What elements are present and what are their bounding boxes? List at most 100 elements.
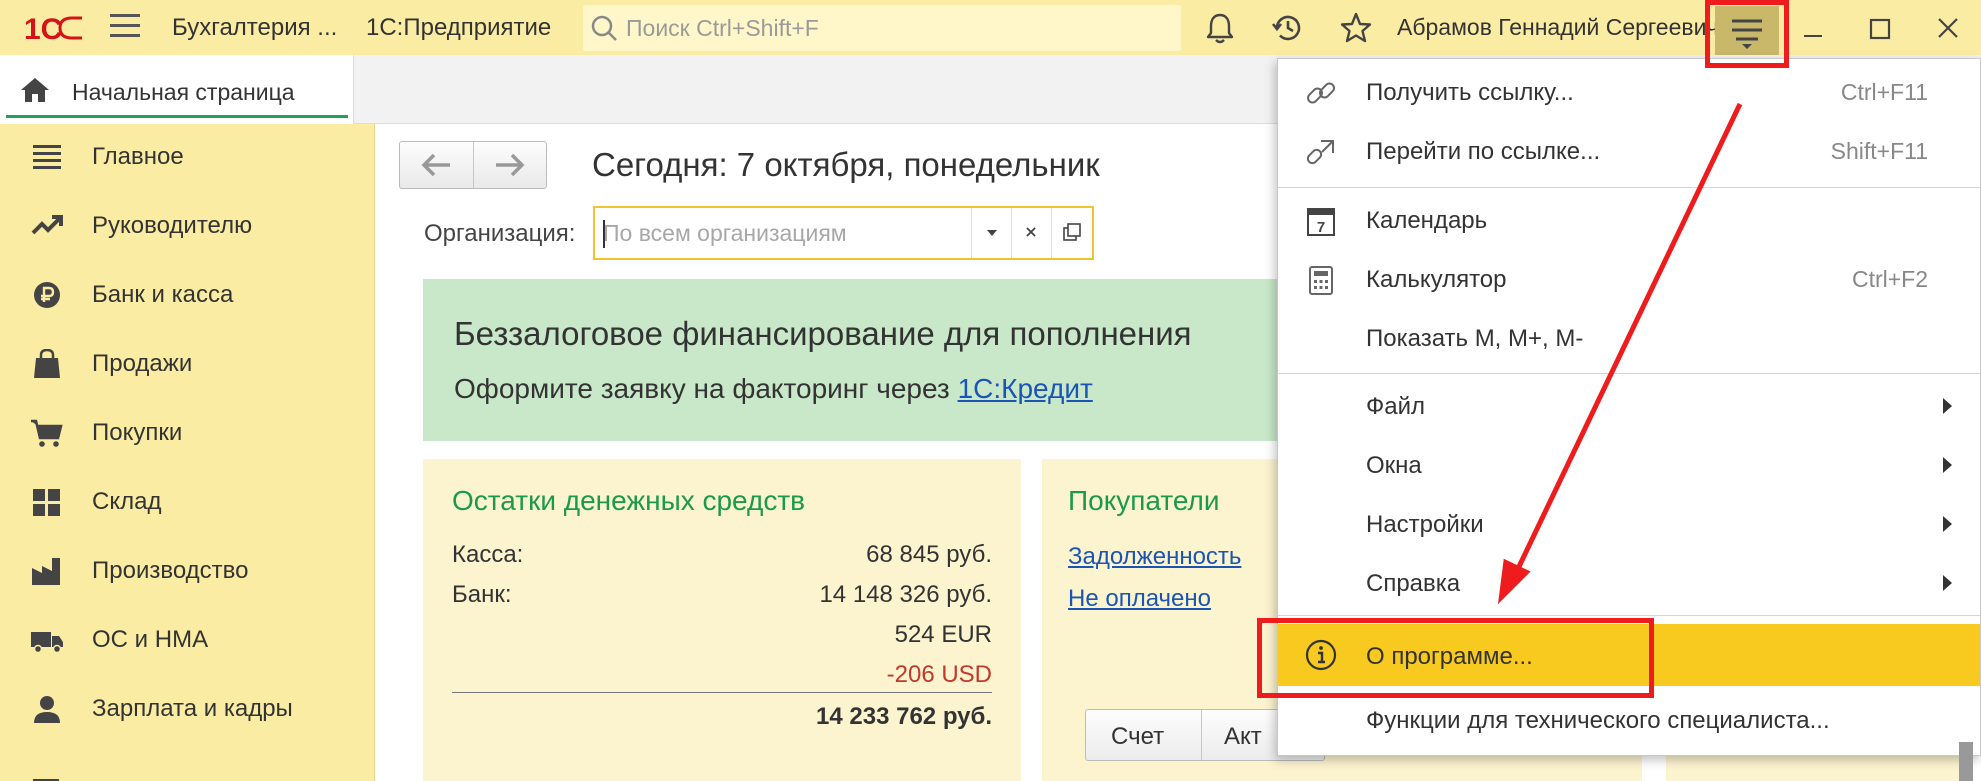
total-divider [452,692,992,693]
menu-item-tech-functions[interactable]: Функции для технического специалиста... [1278,691,1980,749]
buyers-card-title[interactable]: Покупатели [1068,485,1220,517]
org-open-button[interactable] [1051,208,1091,258]
functions-menu-button[interactable] [1715,6,1779,60]
menu-item-label: О программе... [1366,643,1533,670]
factory-icon [32,558,60,585]
sidebar: Главное Руководителю Банк и касса Продаж… [0,124,375,781]
sidebar-item-label: Производство [92,557,249,584]
cash-card-title[interactable]: Остатки денежных средств [452,485,805,517]
home-icon [21,78,49,102]
sidebar-item-label: Банк и касса [92,281,234,308]
bank-label: Банк: [452,581,512,608]
text-caret [603,220,605,248]
forward-arrow-icon[interactable] [474,142,547,188]
warehouse-grid-icon [33,489,60,516]
active-tab-indicator [6,115,348,118]
sidebar-item-salary[interactable]: Зарплата и кадры [0,676,375,738]
list-icon [33,145,61,169]
platform-title: 1С:Предприятие [366,14,552,41]
person-icon [34,696,60,723]
shopping-bag-icon [34,349,60,378]
more-icon [33,779,59,781]
menu-item-settings[interactable]: Настройки [1278,495,1980,553]
svg-text:7: 7 [1317,219,1325,236]
scrollbar[interactable] [1959,742,1973,781]
sidebar-item-label: Покупки [92,419,183,446]
svg-text:1С: 1С [24,13,62,44]
menu-item-label: Файл [1366,393,1426,420]
menu-item-label: Функции для технического специалиста... [1366,707,1830,734]
menu-item-about[interactable]: О программе... [1278,624,1980,686]
menu-item-follow-link[interactable]: Перейти по ссылке... Shift+F11 [1278,122,1980,180]
submenu-arrow-icon [1943,398,1952,414]
open-window-icon [1063,223,1081,241]
menu-item-calculator[interactable]: Калькулятор Ctrl+F2 [1278,250,1980,308]
org-clear-button[interactable] [1011,208,1051,258]
org-dropdown-button[interactable] [971,208,1011,258]
calculator-icon [1309,266,1333,295]
trend-icon [31,215,63,235]
sidebar-item-label: Руководителю [92,212,253,239]
sidebar-item-sales[interactable]: Продажи [0,331,375,393]
menu-item-help[interactable]: Справка [1278,554,1980,612]
search-box[interactable] [583,5,1181,51]
sidebar-item-fixed-assets[interactable]: ОС и НМА [0,607,375,669]
user-name[interactable]: Абрамов Геннадий Сергеевич [1397,14,1718,41]
search-input[interactable] [626,11,1166,45]
debt-link[interactable]: Задолженность [1068,543,1241,571]
maximize-icon[interactable] [1862,12,1898,46]
unpaid-link[interactable]: Не оплачено [1068,585,1211,613]
1c-logo: 1С [24,13,82,44]
tab-home[interactable]: Начальная страница [0,55,354,124]
main-menu-icon[interactable] [110,14,140,42]
org-input[interactable] [603,217,983,249]
menu-item-windows[interactable]: Окна [1278,436,1980,494]
sidebar-item-production[interactable]: Производство [0,538,375,600]
back-arrow-icon[interactable] [400,142,473,188]
bank-value-eur: 524 EUR [894,621,992,648]
bank-value-rub: 14 148 326 руб. [819,581,992,608]
sidebar-item-purchases[interactable]: Покупки [0,400,375,462]
kassa-label: Касса: [452,541,524,568]
star-icon[interactable] [1338,10,1374,46]
link-icon [1307,82,1335,104]
clear-icon [1026,227,1036,237]
submenu-arrow-icon [1943,575,1952,591]
tab-home-label: Начальная страница [72,79,295,105]
close-icon[interactable] [1930,12,1966,46]
menu-item-label: Получить ссылку... [1366,79,1574,106]
menu-item-label: Окна [1366,452,1422,479]
org-field[interactable] [593,206,1094,260]
title-bar: 1С Бухгалтерия ... 1С:Предприятие Абрамо… [0,0,1981,60]
sidebar-item-label: Склад [92,488,162,515]
history-icon[interactable] [1270,10,1306,46]
menu-separator [1278,373,1980,374]
sidebar-item-manager[interactable]: Руководителю [0,193,375,255]
navigation-buttons [399,141,547,189]
cash-total: 14 233 762 руб. [816,703,992,730]
act-button[interactable]: Акт [1224,723,1262,751]
menu-item-label: Калькулятор [1366,266,1507,293]
menu-separator [1278,187,1980,188]
sidebar-item-label: Зарплата и кадры [92,695,293,722]
menu-item-shortcut: Ctrl+F2 [1851,266,1928,292]
menu-item-show-memory[interactable]: Показать M, M+, M- [1278,309,1980,367]
menu-item-file[interactable]: Файл [1278,377,1980,435]
sidebar-item-bank[interactable]: Банк и касса [0,262,375,324]
menu-lines-icon [1732,19,1762,49]
promo-banner: Беззалоговое финансирование для пополнен… [423,279,1323,441]
credit-link[interactable]: 1С:Кредит [958,373,1093,404]
follow-link-icon [1306,140,1334,165]
sidebar-item-main[interactable]: Главное [0,124,375,186]
menu-item-calendar[interactable]: 7 Календарь [1278,191,1980,249]
ruble-coin-icon [34,282,60,308]
bell-icon[interactable] [1202,10,1238,46]
menu-item-get-link[interactable]: Получить ссылку... Ctrl+F11 [1278,63,1980,121]
calendar-icon: 7 [1307,208,1335,236]
minimize-icon[interactable] [1795,12,1831,46]
invoice-button[interactable]: Счет [1111,723,1164,751]
sidebar-item-warehouse[interactable]: Склад [0,469,375,531]
sidebar-item-more[interactable] [0,745,375,781]
submenu-arrow-icon [1943,516,1952,532]
menu-item-shortcut: Ctrl+F11 [1840,79,1928,105]
